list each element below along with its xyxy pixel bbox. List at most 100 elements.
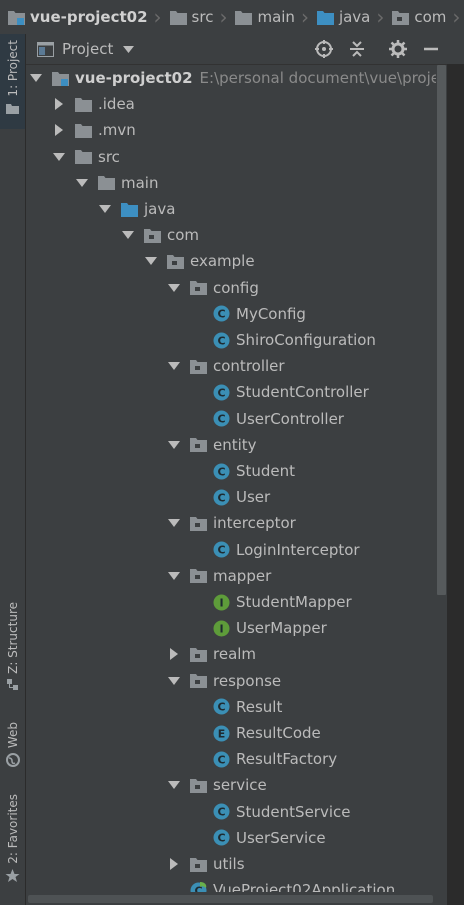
breadcrumb-item[interactable]: com [384,8,446,26]
breadcrumb-separator: › [300,5,309,29]
collapse-all-icon[interactable] [348,40,366,58]
editor-edge [447,64,464,905]
svg-text:C: C [217,832,225,845]
tree-node[interactable]: C ShiroConfiguration [26,327,436,353]
tab-favorites-label: 2: Favorites [5,794,20,864]
svg-text:C: C [217,308,225,321]
tree-node[interactable]: response [26,668,436,694]
tree-node[interactable]: C StudentController [26,379,436,405]
expanded-arrow-icon[interactable] [30,72,42,84]
tree-node[interactable]: vue-project02 E:\personal document\vue\pr… [26,65,436,91]
expanded-arrow-icon[interactable] [168,675,180,687]
expanded-arrow-icon[interactable] [168,439,180,451]
package-icon [190,359,207,374]
svg-text:C: C [217,544,225,557]
tree-node[interactable]: I StudentMapper [26,589,436,615]
tree-node[interactable]: E ResultCode [26,720,436,746]
tree-node[interactable]: C UserService [26,825,436,851]
horizontal-scroll-thumb[interactable] [28,895,433,903]
expanded-arrow-icon[interactable] [168,779,180,791]
tree-node[interactable]: utils [26,851,436,877]
collapsed-arrow-icon[interactable] [53,124,65,137]
tab-web[interactable]: Web [0,722,25,777]
tree-node[interactable]: entity [26,432,436,458]
tab-project-label: 1: Project [5,40,20,97]
tree-node[interactable]: java [26,196,436,222]
folder-icon [75,123,92,138]
package-icon [190,647,207,662]
tab-favorites[interactable]: 2: Favorites [0,794,25,894]
tree-node-label: mapper [213,566,272,585]
target-icon[interactable] [315,40,333,58]
tree-node[interactable]: .idea [26,91,436,117]
tree-node[interactable]: controller [26,353,436,379]
minimize-icon[interactable] [422,40,440,58]
tree-node[interactable]: C LoginInterceptor [26,537,436,563]
tree-node[interactable]: config [26,275,436,301]
breadcrumb-label: java [338,8,371,26]
tree-node-label: User [236,488,271,507]
tree-node[interactable]: C Student [26,458,436,484]
tree-node[interactable]: C User [26,484,436,510]
tree-node[interactable]: C StudentService [26,799,436,825]
tree-node[interactable]: C Result [26,694,436,720]
folder-icon [75,97,92,112]
breadcrumb-label: src [191,8,214,26]
tree-node-label: response [213,671,282,690]
vertical-scrollbar[interactable] [437,65,446,595]
horizontal-scrollbar[interactable] [26,893,436,905]
tree-node[interactable]: C ResultFactory [26,746,436,772]
tree-node[interactable]: com [26,222,436,248]
project-folder-icon [6,103,19,114]
expanded-arrow-icon[interactable] [99,203,111,215]
tree-node[interactable]: I UserMapper [26,615,436,641]
tree-node[interactable]: C UserController [26,406,436,432]
expanded-arrow-icon[interactable] [53,151,65,163]
tree-node-label: .idea [98,95,135,114]
breadcrumb-item[interactable]: vue-project02 [0,8,148,26]
chevron-down-icon[interactable] [123,45,135,53]
breadcrumb-item[interactable]: java [309,8,370,26]
breadcrumb-item[interactable]: ex [460,8,464,26]
tree-node[interactable]: C VueProject02Application [26,877,436,892]
expanded-arrow-icon[interactable] [145,255,157,267]
tree-node-label: controller [213,357,285,376]
panel-title[interactable]: Project [62,40,113,58]
tree-node[interactable]: mapper [26,563,436,589]
tree-node[interactable]: interceptor [26,510,436,536]
expanded-arrow-icon[interactable] [122,229,134,241]
breadcrumb-item[interactable]: src [162,8,214,26]
breadcrumb-item[interactable]: main [227,8,295,26]
expanded-arrow-icon[interactable] [168,282,180,294]
breadcrumb-separator: › [376,5,385,29]
collapsed-arrow-icon[interactable] [168,858,180,870]
tree-node[interactable]: main [26,170,436,196]
tree-node[interactable]: src [26,144,436,170]
tree-node[interactable]: service [26,772,436,798]
tree-node[interactable]: realm [26,641,436,667]
module-folder-icon [8,10,25,25]
tree-node[interactable]: C MyConfig [26,301,436,327]
class-icon: C [213,829,230,846]
gear-icon[interactable] [389,40,407,58]
expanded-arrow-icon[interactable] [168,517,180,529]
tree-node[interactable]: .mvn [26,117,436,143]
expanded-arrow-icon[interactable] [76,177,88,189]
tree-node[interactable]: example [26,248,436,274]
collapsed-arrow-icon[interactable] [168,648,180,661]
package-icon [167,254,184,269]
tab-structure[interactable]: Z: Structure [0,602,25,702]
tree-node-label: vue-project02 [75,69,193,87]
tree-node-label: service [213,776,267,795]
class-icon: C [213,463,230,479]
project-tree: vue-project02 E:\personal document\vue\pr… [26,65,436,892]
expanded-arrow-icon[interactable] [168,570,180,582]
folder-icon [235,10,253,25]
class-icon: C [213,489,230,506]
tree-node-label: ResultFactory [236,750,338,769]
structure-icon [6,678,18,690]
expanded-arrow-icon[interactable] [168,360,180,372]
package-icon [190,281,207,296]
collapsed-arrow-icon[interactable] [53,98,65,111]
tab-project[interactable]: 1: Project [0,34,25,129]
